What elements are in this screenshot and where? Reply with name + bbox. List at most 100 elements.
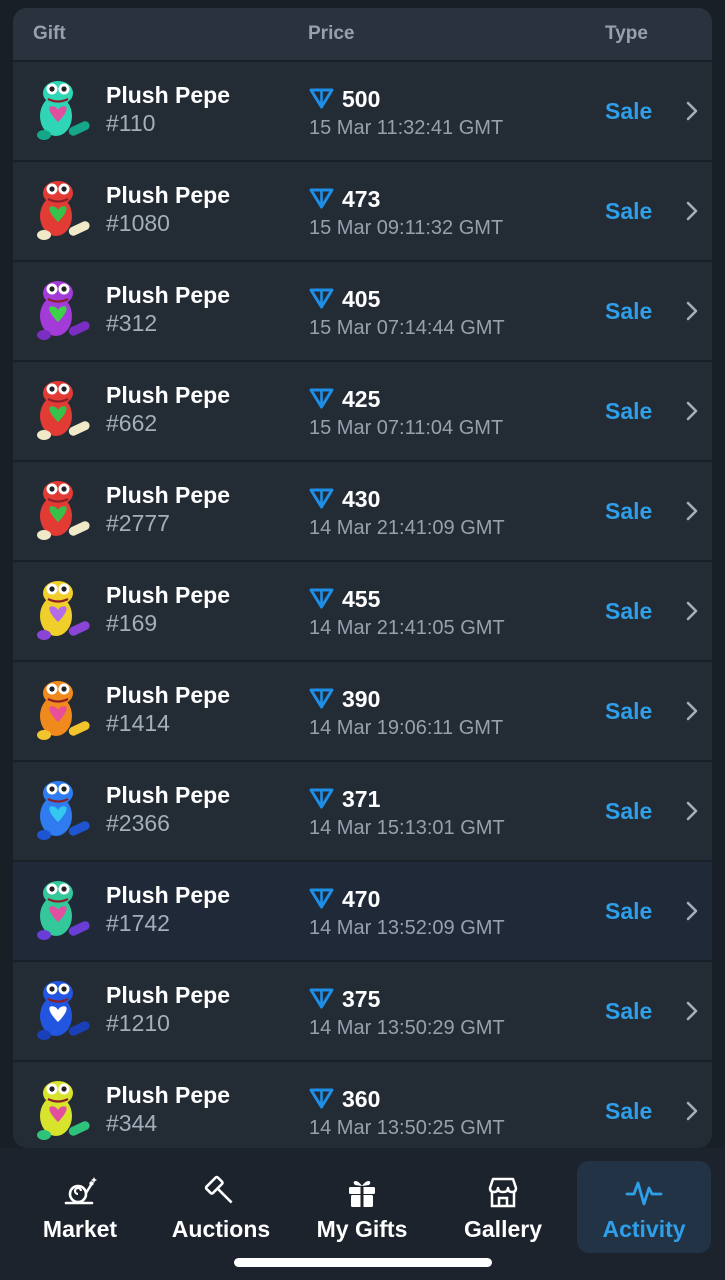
gift-name: Plush Pepe: [106, 682, 230, 708]
price-value: 500: [342, 86, 381, 112]
chevron-right-icon: [686, 801, 698, 821]
gift-number: #169: [106, 610, 158, 636]
ton-icon: [309, 1088, 334, 1109]
plush-pepe-thumbnail: [37, 281, 90, 340]
activity-icon: [625, 1181, 663, 1206]
plush-pepe-thumbnail: [37, 1081, 90, 1140]
gift-number: #1080: [106, 210, 170, 236]
chevron-right-icon: [686, 701, 698, 721]
ton-icon: [309, 88, 334, 109]
ton-icon: [309, 888, 334, 909]
chevron-right-icon: [686, 201, 698, 221]
gift-name: Plush Pepe: [106, 182, 230, 208]
gift-icon: [349, 1180, 375, 1207]
plush-pepe-thumbnail: [37, 181, 90, 240]
type-label: Sale: [605, 598, 653, 624]
type-label: Sale: [605, 898, 653, 924]
table-row[interactable]: Plush Pepe #2777 430 14 Mar 21:41:09 GMT Sal…: [13, 460, 712, 560]
sale-timestamp: 15 Mar 07:14:44 GMT: [309, 317, 505, 339]
table-row[interactable]: Plush Pepe #110 500 15 Mar 11:32:41 GMT Sale: [13, 60, 712, 160]
sale-timestamp: 14 Mar 21:41:09 GMT: [309, 517, 505, 539]
sale-timestamp: 14 Mar 19:06:11 GMT: [309, 717, 504, 739]
plush-pepe-thumbnail: [37, 581, 90, 640]
gift-number: #2777: [106, 510, 170, 536]
tab-my-gifts[interactable]: My Gifts: [295, 1161, 429, 1253]
gift-number: #110: [106, 110, 156, 136]
table-row[interactable]: Plush Pepe #169 455 14 Mar 21:41:05 GMT Sale: [13, 560, 712, 660]
table-row[interactable]: Plush Pepe #662 425 15 Mar 07:11:04 GMT Sale: [13, 360, 712, 460]
chevron-right-icon: [686, 601, 698, 621]
tab-gallery[interactable]: Gallery: [436, 1161, 570, 1253]
chevron-right-icon: [686, 301, 698, 321]
type-label: Sale: [605, 398, 653, 424]
plush-pepe-thumbnail: [37, 981, 90, 1040]
gift-number: #662: [106, 410, 158, 436]
table-row[interactable]: Plush Pepe #1080 473 15 Mar 09:11:32 GMT Sal…: [13, 160, 712, 260]
price-value: 360: [342, 1086, 381, 1112]
tab-market[interactable]: Market: [13, 1161, 147, 1253]
table-row[interactable]: Plush Pepe #1742 470 14 Mar 13:52:09 GMT Sal…: [13, 860, 712, 960]
chevron-right-icon: [686, 401, 698, 421]
tab-activity[interactable]: Activity: [577, 1161, 711, 1253]
tab-market-label: Market: [42, 1216, 118, 1242]
activity-table: Gift Price Type Plush Pepe #110 500 15 Mar …: [13, 8, 712, 1148]
gift-name: Plush Pepe: [106, 782, 230, 808]
table-body: Plush Pepe #110 500 15 Mar 11:32:41 GMT Sale…: [13, 60, 712, 1148]
tab-activity-label: Activity: [602, 1216, 686, 1242]
sale-timestamp: 15 Mar 09:11:32 GMT: [309, 217, 504, 239]
table-row[interactable]: Plush Pepe #1210 375 14 Mar 13:50:29 GMT Sal…: [13, 960, 712, 1060]
table-row[interactable]: Plush Pepe #312 405 15 Mar 07:14:44 GMT Sale: [13, 260, 712, 360]
header-type: Type: [605, 23, 648, 44]
price-value: 470: [342, 886, 381, 912]
tab-gallery-label: Gallery: [464, 1216, 542, 1242]
gift-number: #1210: [106, 1010, 170, 1036]
price-value: 405: [342, 286, 381, 312]
type-label: Sale: [605, 798, 653, 824]
price-value: 430: [342, 486, 381, 512]
plush-pepe-thumbnail: [37, 381, 90, 440]
table-row[interactable]: Plush Pepe #2366 371 14 Mar 15:13:01 GMT Sal…: [13, 760, 712, 860]
gift-name: Plush Pepe: [106, 582, 230, 608]
sale-timestamp: 14 Mar 15:13:01 GMT: [309, 817, 505, 839]
header-gift: Gift: [33, 23, 66, 44]
gift-name: Plush Pepe: [106, 1082, 230, 1108]
tab-my-gifts-label: My Gifts: [316, 1216, 408, 1242]
gift-name: Plush Pepe: [106, 282, 230, 308]
plush-pepe-thumbnail: [37, 781, 90, 840]
table-row[interactable]: Plush Pepe #344 360 14 Mar 13:50:25 GMT Sale: [13, 1060, 712, 1148]
gift-name: Plush Pepe: [106, 982, 230, 1008]
sale-timestamp: 15 Mar 07:11:04 GMT: [309, 417, 504, 439]
ton-icon: [309, 788, 334, 809]
table-header: Gift Price Type: [13, 8, 712, 60]
gift-number: #344: [106, 1110, 158, 1136]
home-indicator[interactable]: [234, 1258, 492, 1267]
sale-timestamp: 14 Mar 13:52:09 GMT: [309, 917, 505, 939]
ton-icon: [309, 188, 334, 209]
ton-icon: [309, 688, 334, 709]
price-value: 375: [342, 986, 381, 1012]
chevron-right-icon: [686, 501, 698, 521]
plush-pepe-thumbnail: [37, 881, 90, 940]
table-row[interactable]: Plush Pepe #1414 390 14 Mar 19:06:11 GMT Sal…: [13, 660, 712, 760]
chevron-right-icon: [686, 1001, 698, 1021]
storefront-icon: [488, 1177, 518, 1208]
type-label: Sale: [605, 98, 653, 124]
gift-name: Plush Pepe: [106, 82, 230, 108]
plush-pepe-thumbnail: [37, 681, 90, 740]
price-value: 473: [342, 186, 381, 212]
chevron-right-icon: [686, 901, 698, 921]
snail-market-icon: [64, 1177, 97, 1205]
sale-timestamp: 14 Mar 13:50:25 GMT: [309, 1117, 505, 1139]
gift-name: Plush Pepe: [106, 882, 230, 908]
ton-icon: [309, 388, 334, 409]
price-value: 455: [342, 586, 381, 612]
ton-icon: [309, 988, 334, 1009]
type-label: Sale: [605, 198, 653, 224]
gift-number: #312: [106, 310, 158, 336]
tab-auctions-label: Auctions: [171, 1216, 271, 1242]
chevron-right-icon: [686, 101, 698, 121]
price-value: 371: [342, 786, 381, 812]
type-label: Sale: [605, 498, 653, 524]
header-price: Price: [308, 23, 355, 44]
tab-auctions[interactable]: Auctions: [154, 1161, 288, 1253]
